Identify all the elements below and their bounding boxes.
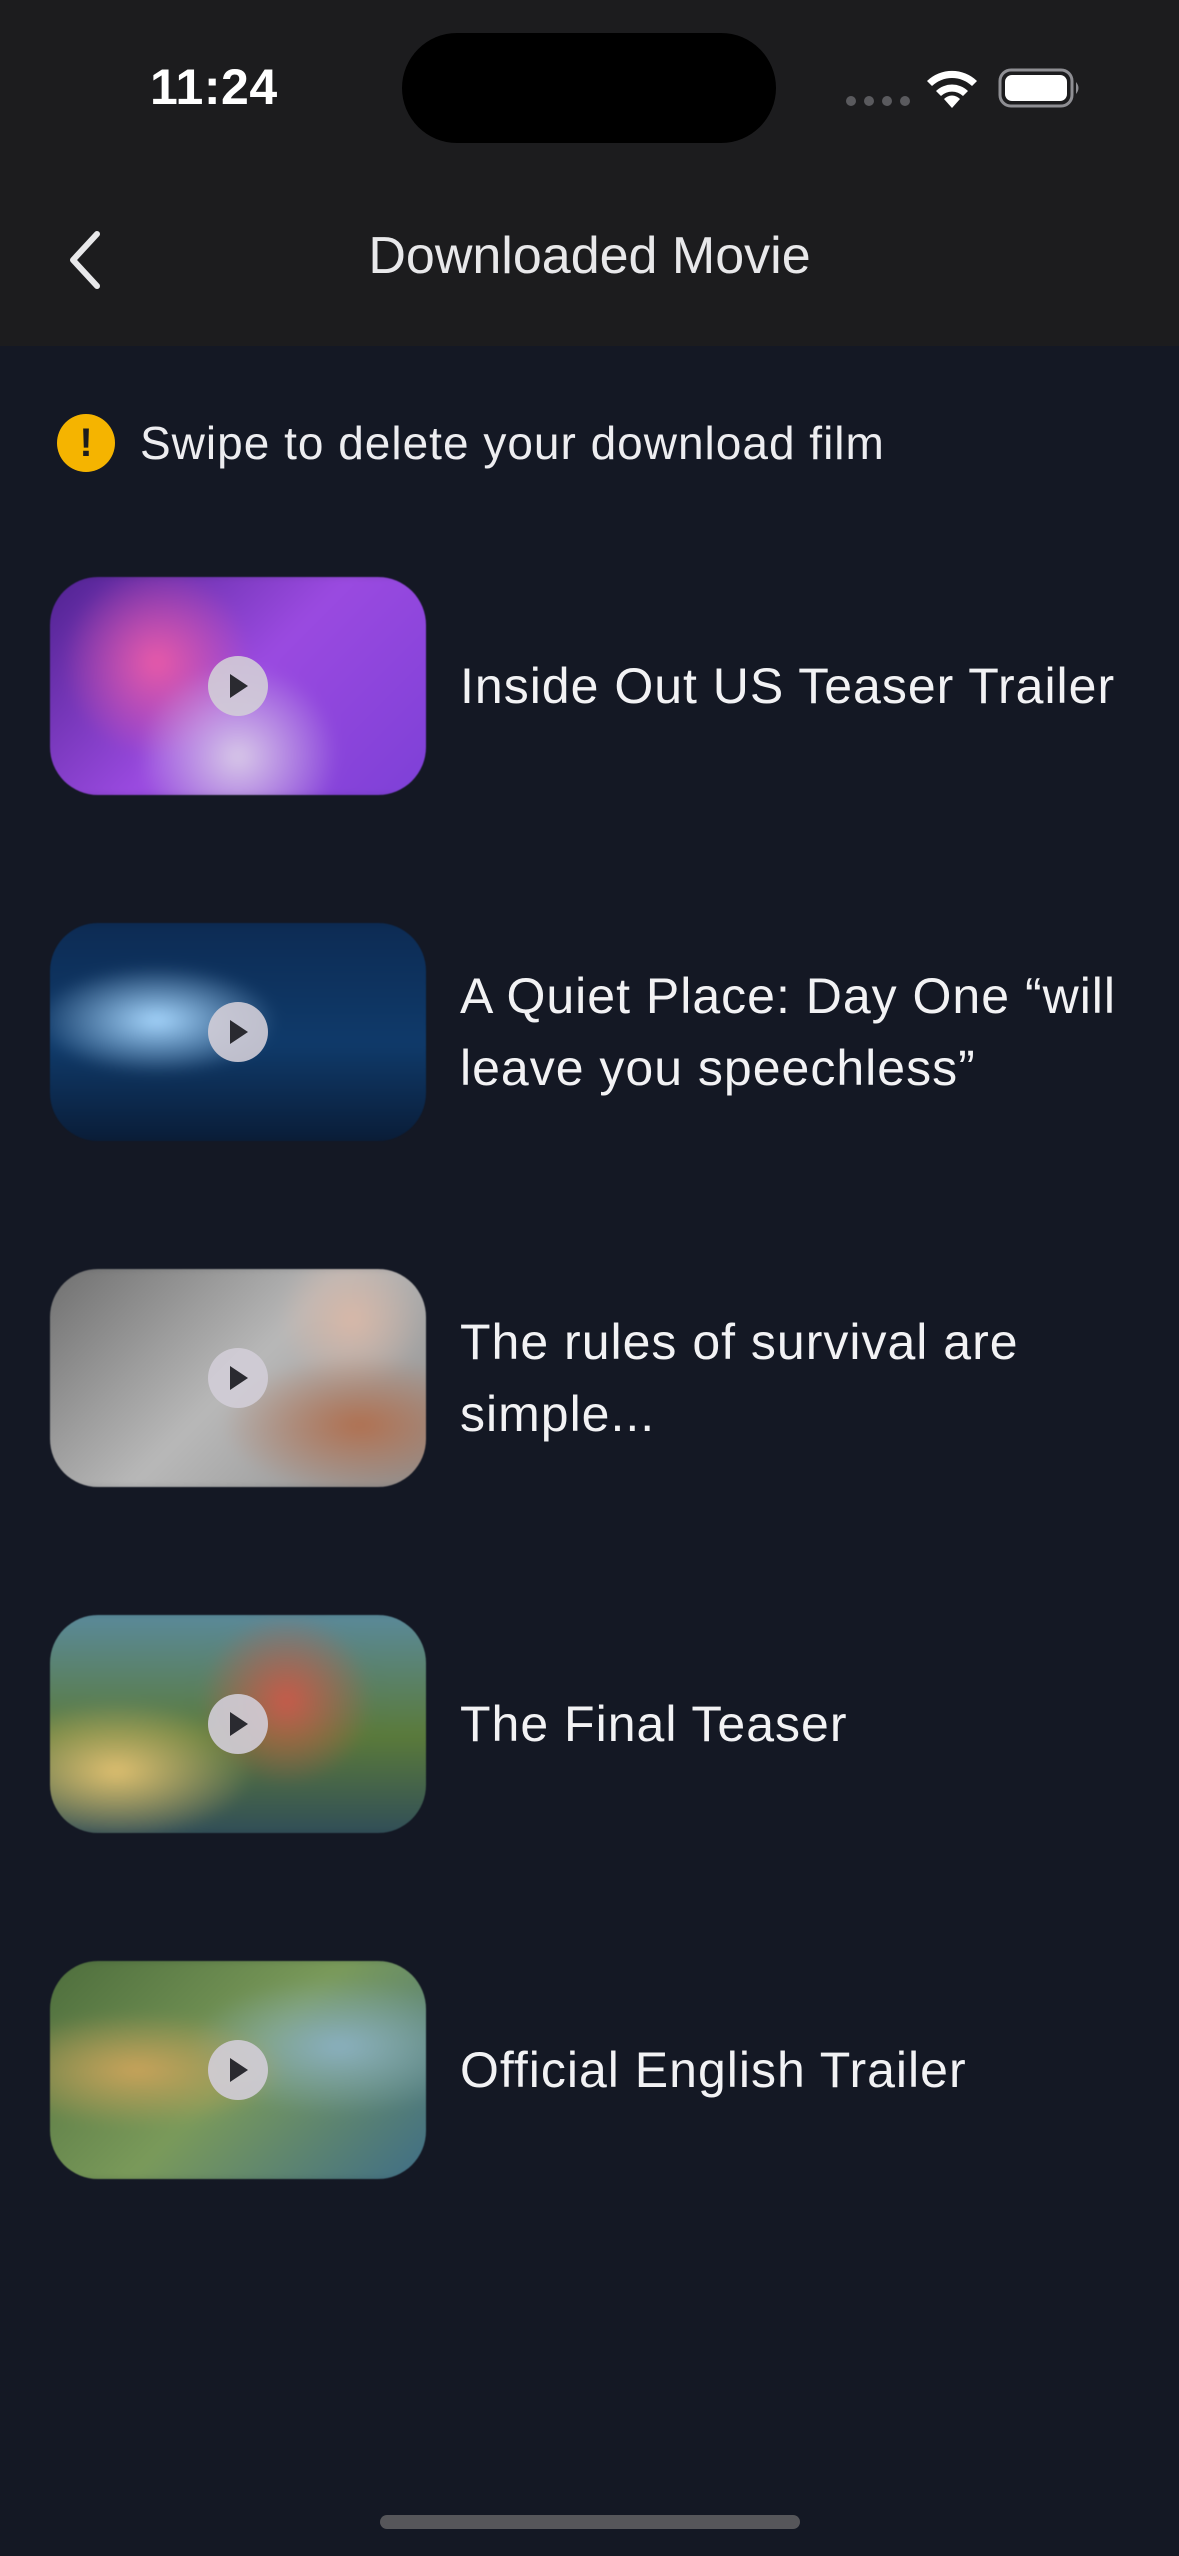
- list-item[interactable]: A Quiet Place: Day One “will leave you s…: [50, 923, 1130, 1141]
- movie-title: Official English Trailer: [460, 2042, 967, 2098]
- list-item[interactable]: The Final Teaser: [50, 1615, 1130, 1833]
- home-indicator[interactable]: [380, 2515, 800, 2529]
- swipe-notice: ! Swipe to delete your download film: [57, 414, 885, 472]
- movie-title: The Final Teaser: [460, 1696, 848, 1752]
- play-icon[interactable]: [208, 1002, 268, 1062]
- app-header: 11:24 Downloaded Movie: [0, 0, 1179, 346]
- play-icon[interactable]: [208, 1348, 268, 1408]
- list-item[interactable]: The rules of survival are simple...: [50, 1269, 1130, 1487]
- page-title: Downloaded Movie: [368, 227, 811, 285]
- wifi-icon: [927, 70, 977, 108]
- movie-title: A Quiet Place: Day One “will leave you s…: [460, 968, 1117, 1096]
- warning-icon: !: [57, 414, 115, 472]
- movie-title: Inside Out US Teaser Trailer: [460, 658, 1116, 714]
- movie-title: The rules of survival are simple...: [460, 1314, 1019, 1442]
- play-icon[interactable]: [208, 1694, 268, 1754]
- status-time: 11:24: [150, 59, 278, 115]
- play-icon[interactable]: [208, 2040, 268, 2100]
- play-icon[interactable]: [208, 656, 268, 716]
- list-item[interactable]: Official English Trailer: [50, 1961, 1130, 2179]
- list-item[interactable]: Inside Out US Teaser Trailer: [50, 577, 1130, 795]
- battery-icon: [998, 68, 1079, 108]
- dynamic-island: [402, 33, 776, 143]
- cellular-signal-icon: [846, 96, 910, 106]
- notice-text: Swipe to delete your download film: [140, 417, 885, 469]
